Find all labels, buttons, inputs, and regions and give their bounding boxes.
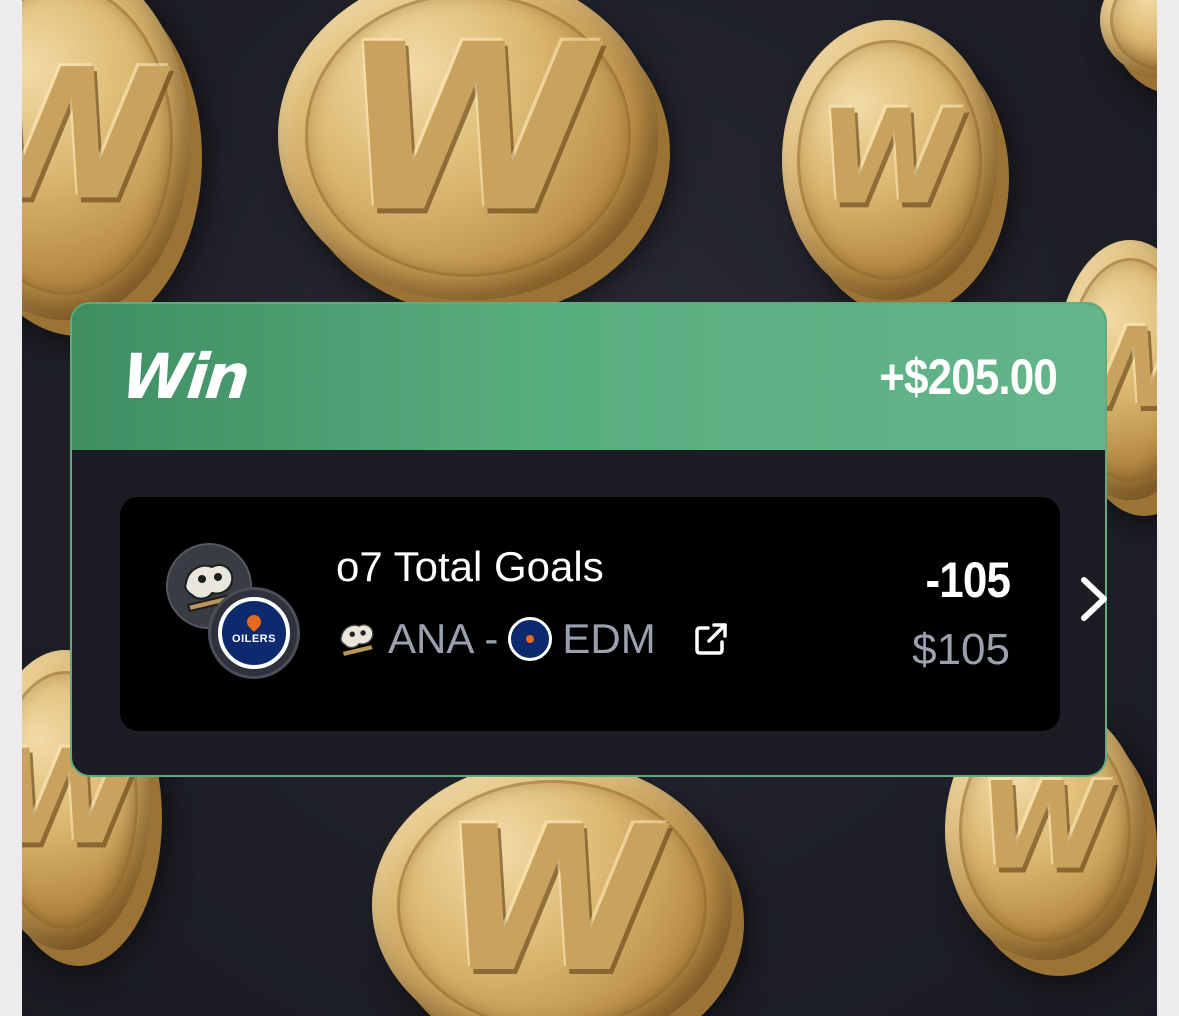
bet-title: o7 Total Goals <box>336 543 604 590</box>
coin-icon: W <box>782 20 997 300</box>
coin-icon: W <box>278 0 658 300</box>
bet-row[interactable]: OILERS o7 Total Goals ANA - EDM -105 $10… <box>120 497 1060 731</box>
matchup: ANA - EDM <box>336 615 730 663</box>
matchup-separator: - <box>484 615 499 662</box>
odds-value: -105 <box>925 552 1010 608</box>
away-team-code: EDM <box>562 615 656 662</box>
brand-logo: Win <box>118 340 251 413</box>
payout-amount: +$205.00 <box>879 349 1058 405</box>
ducks-mini-icon <box>336 618 378 660</box>
stake-amount: $105 <box>912 625 1010 674</box>
oilers-wordmark: OILERS <box>232 633 276 645</box>
share-image: W W W W W W W Win +$205.00 OILERS o7 Tot… <box>0 0 1179 1016</box>
chevron-right-icon[interactable] <box>1078 574 1112 624</box>
right-edge-strip <box>1157 0 1179 1016</box>
card-header: Win +$205.00 <box>72 304 1105 450</box>
team-logos: OILERS <box>166 543 306 683</box>
external-link-icon[interactable] <box>692 620 730 658</box>
home-team-code: ANA <box>388 615 475 662</box>
left-edge-strip <box>0 0 22 1016</box>
coin-icon: W <box>372 760 732 1016</box>
bet-result-card: Win +$205.00 OILERS o7 Total Goals ANA -… <box>70 302 1107 777</box>
oilers-logo-icon: OILERS <box>208 587 300 679</box>
oilers-mini-icon <box>508 617 553 661</box>
coin-icon: W <box>0 0 190 320</box>
